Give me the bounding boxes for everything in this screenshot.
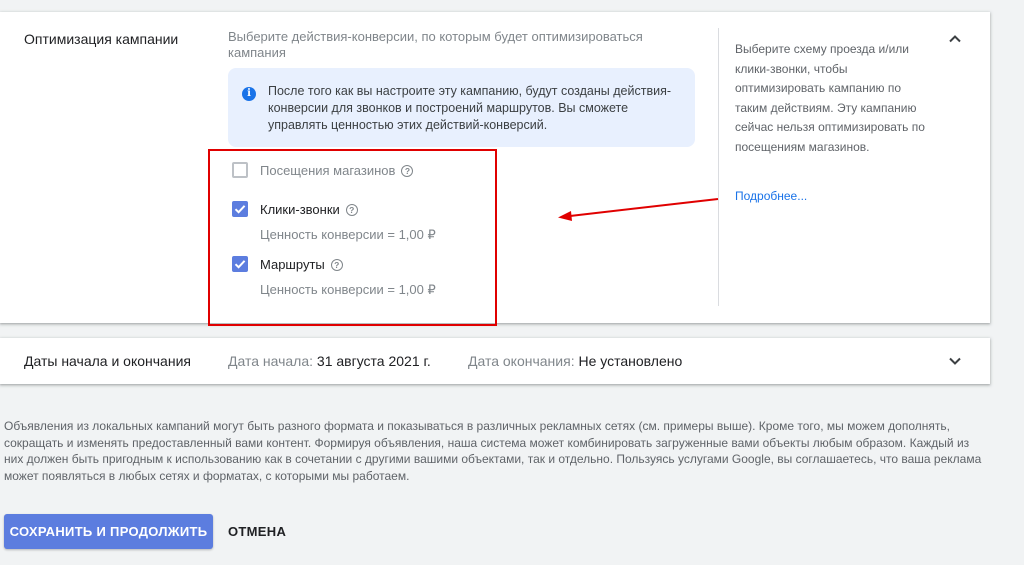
start-date: Дата начала: 31 августа 2021 г. — [228, 353, 431, 369]
start-date-label: Дата начала: — [228, 353, 314, 369]
save-and-continue-button[interactable]: СОХРАНИТЬ И ПРОДОЛЖИТЬ — [4, 514, 213, 549]
campaign-optimization-panel: Оптимизация кампании Выберите действия-к… — [0, 12, 990, 326]
end-date-label: Дата окончания: — [468, 353, 575, 369]
end-date-value: Не установлено — [578, 353, 683, 369]
learn-more-link[interactable]: Подробнее... — [735, 189, 807, 203]
campaign-dates-panel[interactable]: Даты начала и окончания Дата начала: 31 … — [0, 338, 990, 384]
vertical-divider — [718, 28, 719, 306]
section-subtitle: Выберите действия-конверсии, по которым … — [228, 29, 643, 60]
cancel-button[interactable]: ОТМЕНА — [222, 514, 292, 549]
start-date-value: 31 августа 2021 г. — [316, 353, 431, 369]
section-title: Даты начала и окончания — [24, 353, 191, 369]
chevron-up-icon[interactable] — [946, 30, 964, 48]
chevron-down-icon[interactable] — [946, 352, 964, 370]
info-text: После того как вы настроите эту кампанию… — [268, 84, 672, 132]
info-icon: i — [242, 87, 256, 101]
section-title: Оптимизация кампании — [24, 31, 179, 47]
help-text: Выберите схему проезда и/или клики-звонк… — [735, 42, 925, 154]
info-notice: i После того как вы настроите эту кампан… — [228, 68, 695, 147]
end-date: Дата окончания: Не установлено — [468, 353, 682, 369]
annotation-arrow-icon — [558, 198, 719, 221]
ads-disclaimer: Объявления из локальных кампаний могут б… — [4, 419, 982, 483]
annotation-highlight-box — [208, 149, 497, 326]
